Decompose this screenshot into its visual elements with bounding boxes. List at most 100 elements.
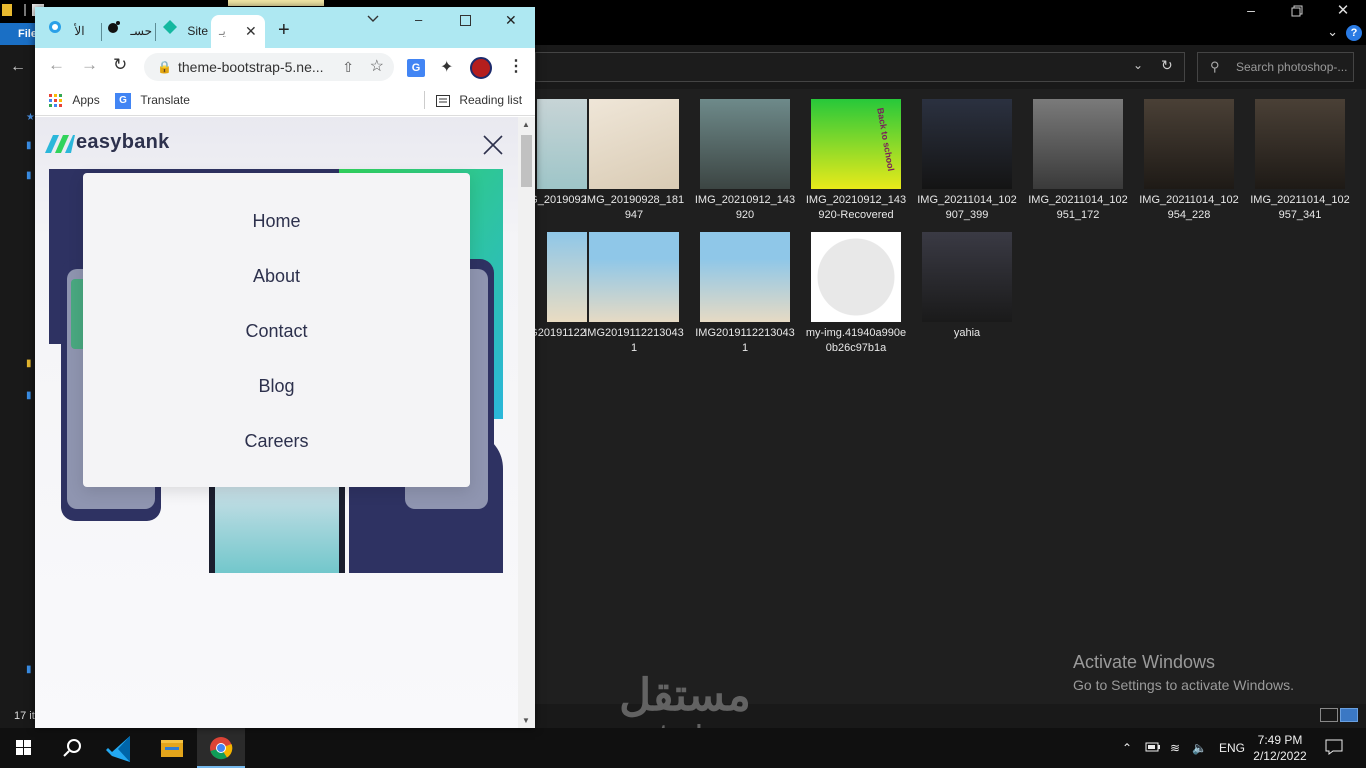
bookmark-reading-list[interactable]: Reading list: [436, 93, 522, 107]
lock-icon: 🔒: [157, 60, 172, 74]
new-tab-plus-icon[interactable]: +: [278, 19, 290, 42]
tab-title: Site: [187, 24, 209, 38]
battery-icon[interactable]: [1145, 741, 1161, 756]
view-switcher[interactable]: [1320, 708, 1362, 724]
scroll-down-icon[interactable]: ▼: [522, 716, 530, 725]
quick-access-tab[interactable]: [228, 0, 324, 6]
file-item[interactable]: my-img.41940a990e0b26c97b1a: [804, 232, 908, 356]
file-item[interactable]: IMG20191122130431: [693, 232, 797, 356]
share-icon[interactable]: ⇧: [342, 53, 354, 81]
tray-overflow-icon[interactable]: ⌃: [1122, 741, 1132, 755]
scrollbar-thumb[interactable]: [521, 135, 532, 187]
file-item[interactable]: IMG_20211014_102957_341: [1248, 99, 1352, 223]
large-icons-view-icon[interactable]: [1340, 708, 1358, 722]
refresh-icon[interactable]: ↻: [1161, 57, 1173, 74]
explorer-minimize-button[interactable]: –: [1228, 0, 1274, 23]
translate-extension-icon[interactable]: G: [407, 59, 425, 77]
explorer-address-bar[interactable]: [535, 52, 1185, 82]
system-clock[interactable]: 7:49 PM 2/12/2022: [1248, 732, 1312, 764]
file-item[interactable]: IMG_20211014_102954_228: [1137, 99, 1241, 223]
nav-link-about[interactable]: About: [83, 266, 470, 287]
tab-close-icon[interactable]: ✕: [245, 15, 257, 48]
file-item[interactable]: IMG_20210912_143920: [693, 99, 797, 223]
file-item[interactable]: yahia: [915, 232, 1019, 341]
bookmark-label: Apps: [72, 93, 100, 107]
explorer-restore-button[interactable]: [1274, 0, 1320, 23]
taskbar-file-explorer[interactable]: [148, 728, 196, 768]
clock-date: 2/12/2022: [1253, 749, 1307, 763]
details-view-icon[interactable]: [1320, 708, 1338, 722]
tab-title: الأ: [74, 24, 85, 38]
back-arrow-icon[interactable]: ←: [10, 58, 26, 76]
browser-tab[interactable]: الأ: [47, 15, 97, 48]
browser-tab-active[interactable]: يـ ✕: [211, 15, 265, 48]
explorer-search-input[interactable]: ⚲ Search photoshop-...: [1197, 52, 1354, 82]
file-item[interactable]: IMG_20211014_102907_399: [915, 99, 1019, 223]
address-dropdown-icon[interactable]: ⌄: [1133, 58, 1143, 72]
tab-search-chevron-icon[interactable]: [367, 12, 379, 27]
file-item[interactable]: IMG_20211014_102951_172: [1026, 99, 1130, 223]
maximize-icon[interactable]: [460, 14, 471, 29]
windows-logo-icon: [16, 740, 31, 755]
nav-link-contact[interactable]: Contact: [83, 321, 470, 342]
explorer-close-button[interactable]: ✕: [1320, 0, 1366, 23]
notifications-icon[interactable]: [1325, 739, 1343, 758]
back-arrow-icon[interactable]: ←: [48, 55, 65, 75]
more-menu-icon[interactable]: ⋮: [508, 56, 524, 76]
menu-close-icon[interactable]: [481, 133, 505, 157]
reload-icon[interactable]: ↻: [113, 55, 127, 75]
file-name: IMG_20211014_102907_399: [917, 194, 1017, 221]
file-name: IMG_20211014_102957_341: [1250, 194, 1350, 221]
window-close-icon[interactable]: ✕: [505, 12, 517, 29]
language-indicator[interactable]: ENG: [1219, 741, 1245, 755]
file-item[interactable]: Back to school IMG_20210912_143920-Recov…: [804, 99, 908, 223]
nav-link-home[interactable]: Home: [83, 211, 470, 232]
ribbon-file-tab[interactable]: File: [0, 23, 37, 45]
page-scrollbar[interactable]: [518, 117, 535, 728]
file-thumbnail: [547, 232, 587, 322]
activate-windows-watermark: Activate Windows Go to Settings to activ…: [1073, 652, 1294, 693]
restore-icon: [1291, 5, 1303, 17]
clock-time: 7:49 PM: [1257, 733, 1303, 747]
bookmark-star-icon[interactable]: ☆: [370, 53, 384, 81]
mostaql-arabic: مستقل: [619, 671, 751, 720]
file-name: IMG20191122130431: [584, 327, 684, 354]
taskbar-chrome[interactable]: [197, 728, 245, 768]
scroll-up-icon[interactable]: ▲: [522, 120, 530, 129]
bookmark-apps[interactable]: Apps: [49, 93, 100, 108]
volume-icon[interactable]: 🔈: [1192, 741, 1207, 755]
tab-favicon-icon: [105, 15, 121, 48]
chrome-icon: [210, 737, 233, 760]
file-item[interactable]: IMG20191122130431: [582, 232, 686, 356]
minimize-icon[interactable]: –: [415, 12, 422, 27]
file-name: IMG_20210912_143920: [694, 194, 796, 221]
activate-title: Activate Windows: [1073, 652, 1216, 672]
taskbar-vscode[interactable]: [98, 728, 146, 768]
chrome-window: الأ حسـ Site يـ ✕ + – ✕ ← → ↻ 🔒 theme-bo…: [35, 7, 535, 728]
wifi-icon[interactable]: ≋: [1170, 741, 1180, 755]
tab-title: حسـ: [130, 24, 152, 38]
divider: [24, 4, 26, 16]
easybank-logo-icon: [45, 135, 75, 153]
file-name: IMG_20211014_102954_228: [1139, 194, 1239, 221]
search-button[interactable]: [48, 728, 96, 768]
profile-avatar[interactable]: [470, 57, 492, 79]
ribbon-collapse-icon[interactable]: ⌄: [1327, 24, 1338, 40]
nav-link-careers[interactable]: Careers: [83, 431, 470, 452]
browser-tab[interactable]: Site: [162, 15, 210, 48]
file-item[interactable]: IMG_20190928_181947: [582, 99, 686, 223]
file-thumbnail: [589, 99, 679, 189]
forward-arrow-icon[interactable]: →: [81, 55, 98, 75]
url-text: theme-bootstrap-5.ne...: [178, 59, 324, 75]
brand-name[interactable]: easybank: [76, 131, 170, 154]
start-button[interactable]: [0, 728, 48, 768]
help-icon[interactable]: ?: [1346, 25, 1362, 41]
bookmark-translate[interactable]: G Translate: [115, 93, 190, 109]
nav-link-blog[interactable]: Blog: [83, 376, 470, 397]
browser-tab[interactable]: حسـ: [105, 15, 153, 48]
folder-icon: [2, 4, 12, 16]
file-thumbnail: [700, 99, 790, 189]
bookmark-label: Translate: [140, 93, 190, 108]
extensions-puzzle-icon[interactable]: ✦: [440, 57, 453, 77]
address-bar[interactable]: 🔒 theme-bootstrap-5.ne... ⇧ ☆: [144, 53, 394, 81]
